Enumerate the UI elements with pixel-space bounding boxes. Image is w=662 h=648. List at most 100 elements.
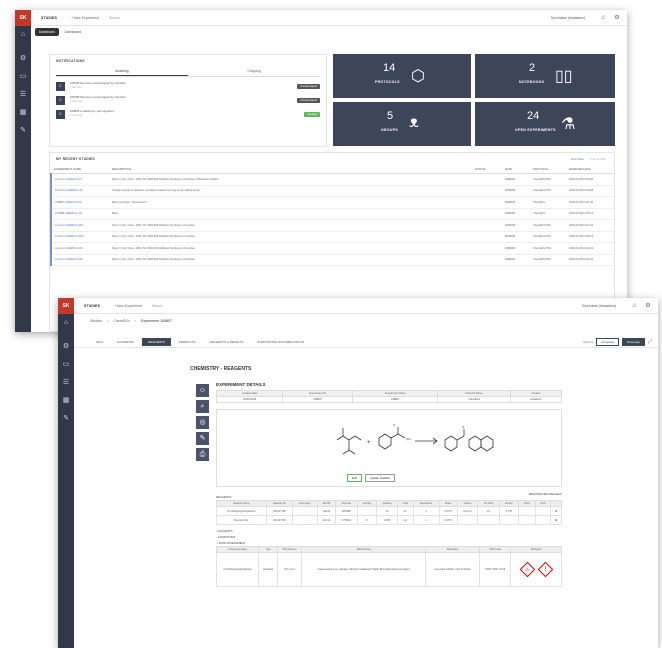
grid-icon[interactable]: ▦ (15, 104, 31, 122)
list-icon[interactable]: ☰ (58, 374, 74, 392)
table-row[interactable]: Loureiro CHEMICA (18) Step 3 | Org. Chem.… (50, 254, 614, 266)
column-header[interactable]: PROTOCOL (530, 165, 566, 174)
solvents-section[interactable]: › SOLVENTS (216, 529, 562, 533)
monitor-icon[interactable]: ▭ (58, 356, 74, 374)
table-row[interactable]: Loureiro CHEMICA (17) Step 3 | Org. Chem.… (50, 173, 614, 186)
update-scaffold-button[interactable]: Update Scaffold (364, 474, 395, 482)
reagent-cell[interactable] (534, 515, 552, 525)
monitor-icon[interactable]: ▭ (15, 68, 31, 86)
printer-icon[interactable]: ⎙ (196, 448, 209, 461)
tab-outgoing[interactable]: Outgoing (188, 67, 320, 76)
delete-icon[interactable]: ✖ (550, 506, 562, 516)
grid-view-button[interactable]: Grid View (571, 157, 584, 161)
list-icon[interactable]: ☰ (15, 86, 31, 104)
edit-icon[interactable]: ✎ (196, 432, 209, 445)
reagent-cell[interactable] (477, 515, 500, 525)
reagent-cell[interactable]: (M)-617763 (265, 515, 293, 525)
reagent-cell[interactable]: 0.0774 (438, 515, 458, 525)
app-logo[interactable]: SK (58, 298, 74, 314)
tab-incoming[interactable]: Incoming (56, 67, 188, 76)
reagent-cell[interactable] (534, 506, 552, 516)
table-row[interactable]: Loureiro CHEMICA (111) Step 3 | Org. Chem… (50, 219, 614, 232)
person-icon[interactable]: ☺ (196, 384, 209, 397)
reagent-cell[interactable]: 0.755 (498, 506, 520, 516)
new-experiment-button[interactable]: + New Experiment (71, 16, 99, 20)
search-icon[interactable]: ⌕ (196, 400, 209, 413)
reagent-cell[interactable]: mL (397, 506, 414, 516)
reagent-cell[interactable]: (M)-617765 (265, 506, 293, 516)
new-experiment-button[interactable]: + New Experiment (114, 304, 142, 308)
delete-icon[interactable]: ✖ (550, 515, 562, 525)
table-row[interactable]: LOMBB CHEMICA (14) Basic ##/##/## ChemELN 20… (50, 208, 614, 220)
reagent-cell[interactable]: 1 (412, 515, 440, 525)
breadcrumb-item[interactable]: Studies (90, 319, 102, 323)
study-name[interactable]: Loureiro CHEMICA (18) (50, 254, 109, 266)
table-row[interactable]: N,N-Diisopropylethylamine (M)-617765 ...… (216, 506, 562, 516)
table-row[interactable]: N,N-Diisopropylethylamine Reactant SDS s… (215, 552, 562, 587)
risk-section[interactable]: ⌄ RISK ASSESSMENT (216, 541, 562, 545)
column-header[interactable]: STATUS (472, 165, 502, 174)
reagent-cell[interactable]: mL (477, 506, 500, 516)
tab-reagents-results[interactable]: REAGENTS & RESULTS (204, 338, 250, 346)
gear-icon[interactable]: ⚙ (58, 338, 74, 356)
reagent-cell[interactable]: 122.12 (316, 515, 337, 525)
notification-item[interactable]: C 108789 has been countersigned by chemi… (56, 95, 320, 105)
settings-icon[interactable]: ⚙ (644, 302, 652, 309)
table-row[interactable]: Loureiro CHEMICA (110) Step 3 | Org. Chem… (50, 231, 614, 243)
grid-icon[interactable]: ▦ (58, 392, 74, 410)
reagent-cell[interactable]: 129.24 (316, 506, 337, 516)
reagent-cell[interactable]: ... (291, 515, 318, 525)
reagents-section-title[interactable]: REAGENTS (216, 495, 231, 499)
conditions-section[interactable]: › CONDITIONS (216, 535, 562, 539)
settings-icon[interactable]: ⚙ (613, 14, 621, 21)
reaction-scheme[interactable]: + O OH O Edit Update Scaffold (216, 409, 562, 487)
tab-notebook[interactable]: NOTEBOOK (111, 338, 140, 346)
table-row[interactable]: CMBB7 CHEMICA (15) Basic synthesis - Expe… (50, 196, 614, 209)
edit-reaction-button[interactable]: Edit (347, 474, 362, 482)
gear-icon[interactable]: ⚙ (15, 50, 31, 68)
study-name[interactable]: Loureiro CHEMICA (111) (50, 219, 109, 232)
reagent-cell[interactable]: N,N-Diisopropylethylamine (216, 506, 267, 516)
search-input[interactable]: Search (109, 16, 120, 20)
study-name[interactable]: CMBB7 CHEMICA (15) (50, 196, 109, 209)
column-header[interactable]: MODIFIED DATE (566, 165, 614, 174)
reagent-cell[interactable] (456, 515, 479, 525)
bell-icon[interactable]: ♫ (630, 303, 638, 309)
reagent-cell[interactable]: mg (397, 515, 414, 525)
protocols-tile[interactable]: 14 PROTOCOLS ⬡ (333, 54, 471, 98)
study-name[interactable]: Loureiro CHEMICA (17) (50, 173, 109, 186)
reagent-cell[interactable] (518, 506, 536, 516)
groups-tile[interactable]: 5 GROUPS ᴥ (333, 102, 471, 146)
filter-input[interactable]: Type to filter (590, 157, 606, 161)
reagent-cell[interactable] (356, 506, 378, 516)
tab-supporting-docs[interactable]: SUPPORTING DOCUMENTATION (251, 338, 310, 346)
table-row[interactable]: Benzoic Acid (M)-617763 ... 122.12 C7H6O… (216, 515, 562, 525)
summary-button[interactable]: Summary (622, 337, 645, 346)
reagent-cell[interactable]: C8H19N (335, 506, 358, 516)
table-row[interactable]: Loureiro CHEMICA (19) Step 3 | Org. Chem.… (50, 242, 614, 255)
notification-item[interactable]: C 108809 is waiting for your signature 3 … (56, 109, 320, 119)
column-header[interactable]: DESCRIPTION (109, 165, 472, 174)
reagent-cell[interactable]: 0.0774 (438, 506, 458, 516)
study-name[interactable]: Loureiro CHEMICA (110) (50, 231, 109, 243)
tab-products[interactable]: PRODUCTS (173, 338, 202, 346)
sds-link[interactable]: SDS sds-1 (276, 552, 303, 587)
reagent-cell[interactable]: 10 (376, 506, 399, 516)
breadcrumb-item[interactable]: ChemELN (113, 319, 130, 323)
reagent-cell[interactable]: 10.0 mL (456, 506, 479, 516)
target-icon[interactable]: ◎ (196, 416, 209, 429)
table-row[interactable]: Perforins CHEMICA (17) Simple example of … (50, 185, 614, 197)
notebooks-tile[interactable]: 2 NOTEBOOKS ▯▯ (475, 54, 615, 98)
options-button[interactable]: Options (583, 340, 593, 344)
reagent-cell[interactable]: 9.456 (376, 515, 399, 525)
study-name[interactable]: Loureiro CHEMICA (19) (50, 242, 109, 255)
notification-item[interactable]: C 108788 has been countersigned by chemi… (56, 81, 320, 91)
reagent-cell[interactable] (498, 515, 520, 525)
reagent-cell[interactable]: 1 (412, 506, 440, 516)
open-experiments-tile[interactable]: 24 OPEN EXPERIMENTS ⚗ (475, 102, 615, 146)
reagent-cell[interactable]: X (356, 515, 378, 525)
register-reagent-button[interactable]: REGISTER NEW REAGENT (529, 493, 562, 500)
reagent-cell[interactable]: C7H6O2 (335, 515, 358, 525)
user-name[interactable]: Test Admin (testadmin) (582, 304, 616, 308)
wrench-icon[interactable]: ✎ (15, 122, 31, 140)
